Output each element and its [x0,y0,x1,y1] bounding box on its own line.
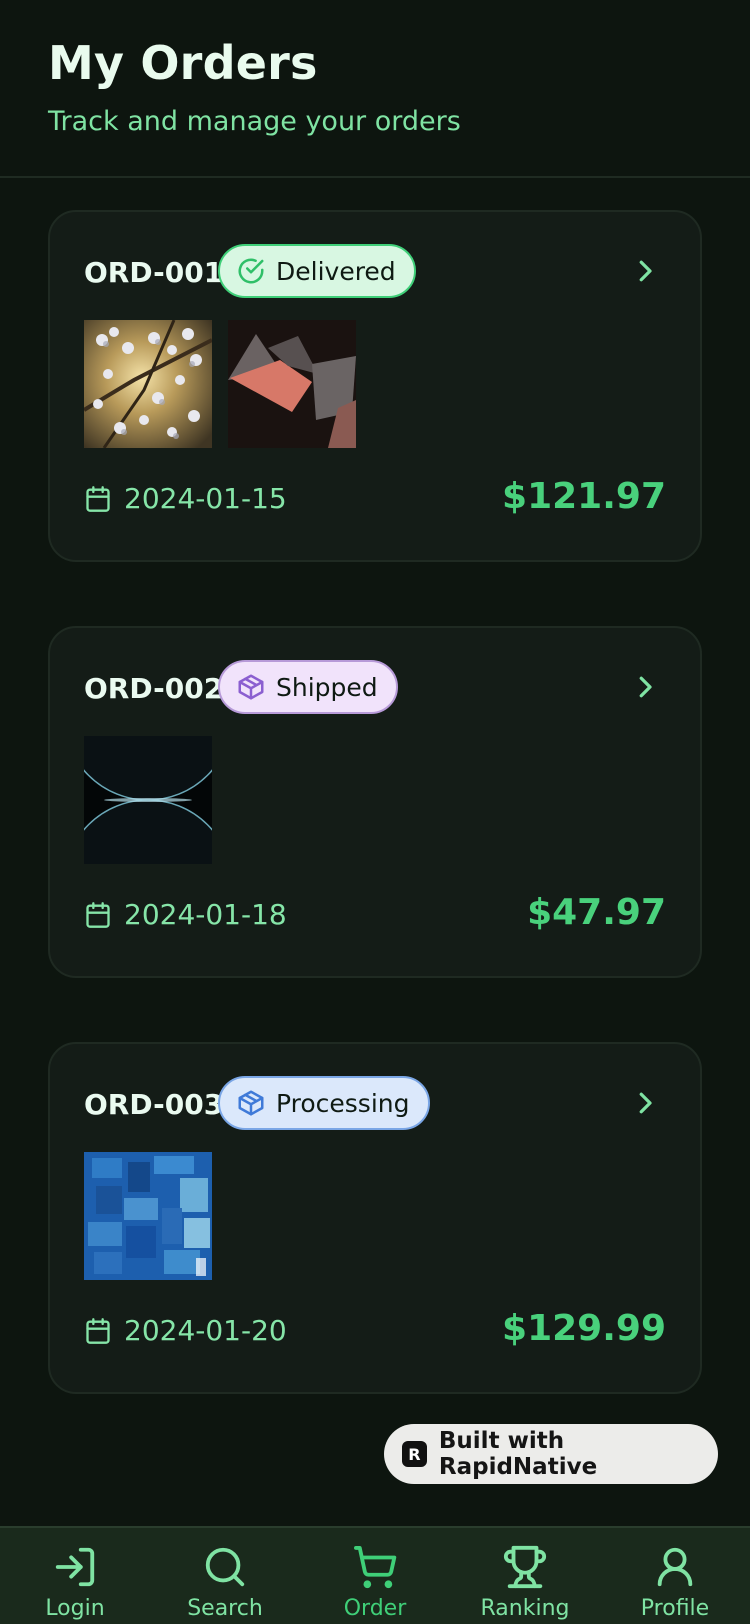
tab-ranking[interactable]: Ranking [450,1528,600,1624]
tab-order[interactable]: Order [300,1528,450,1624]
tab-label: Ranking [480,1596,570,1621]
orders-screen: My Orders Track and manage your orders O… [0,0,750,1624]
page-title: My Orders [48,36,318,90]
product-thumbnails [84,1152,212,1280]
login-icon [55,1547,95,1587]
tab-search[interactable]: Search [150,1528,300,1624]
order-total: $47.97 [527,892,666,933]
tab-login[interactable]: Login [0,1528,150,1624]
status-badge: Delivered [218,244,416,298]
order-total: $121.97 [502,476,666,517]
order-card[interactable]: ORD-001 Delivered 2024-01-15 $121.97 [48,210,702,562]
order-id: ORD-002 [84,672,224,705]
status-label: Delivered [276,256,396,286]
tab-label: Order [343,1596,407,1621]
chevron-right-icon[interactable] [630,1088,660,1118]
built-with-label: Built with RapidNative [438,1428,598,1480]
order-date: 2024-01-20 [84,1314,287,1347]
product-thumbnails [84,736,212,864]
chevron-right-icon[interactable] [630,256,660,286]
order-date-text: 2024-01-18 [124,898,287,931]
product-thumbnail[interactable] [84,320,212,448]
package-icon [236,1088,266,1118]
tab-label: Profile [640,1596,710,1621]
page-subtitle: Track and manage your orders [48,106,461,137]
order-card[interactable]: ORD-003 Processing 2024-01-20 $129.99 [48,1042,702,1394]
order-id: ORD-001 [84,256,224,289]
check-circle-icon [236,256,266,286]
search-icon [205,1547,245,1587]
cart-icon [354,1546,397,1589]
tab-label: Search [187,1596,263,1621]
order-date: 2024-01-18 [84,898,287,931]
rapidnative-logo-icon: R [402,1441,427,1467]
package-icon [236,672,266,702]
user-icon [657,1547,693,1587]
calendar-icon [86,485,110,512]
order-date-text: 2024-01-15 [124,482,287,515]
tab-label: Login [45,1596,105,1621]
bottom-tab-bar: Login Search Order Ranking Profile [0,1526,750,1624]
chevron-right-icon[interactable] [630,672,660,702]
product-thumbnail[interactable] [228,320,356,448]
product-thumbnail[interactable] [84,736,212,864]
tab-profile[interactable]: Profile [600,1528,750,1624]
status-label: Processing [276,1088,410,1118]
order-date-text: 2024-01-20 [124,1314,287,1347]
product-thumbnail[interactable] [84,1152,212,1280]
order-date: 2024-01-15 [84,482,287,515]
status-badge: Processing [218,1076,430,1130]
calendar-icon [86,1317,110,1344]
status-label: Shipped [276,672,378,702]
product-thumbnails [84,320,356,448]
page-header: My Orders Track and manage your orders [0,0,750,178]
order-id: ORD-003 [84,1088,224,1121]
order-total: $129.99 [502,1308,666,1349]
status-badge: Shipped [218,660,398,714]
built-with-badge[interactable]: R Built with RapidNative [384,1424,718,1484]
trophy-icon [503,1545,547,1589]
calendar-icon [86,901,110,928]
order-card[interactable]: ORD-002 Shipped 2024-01-18 $47.97 [48,626,702,978]
